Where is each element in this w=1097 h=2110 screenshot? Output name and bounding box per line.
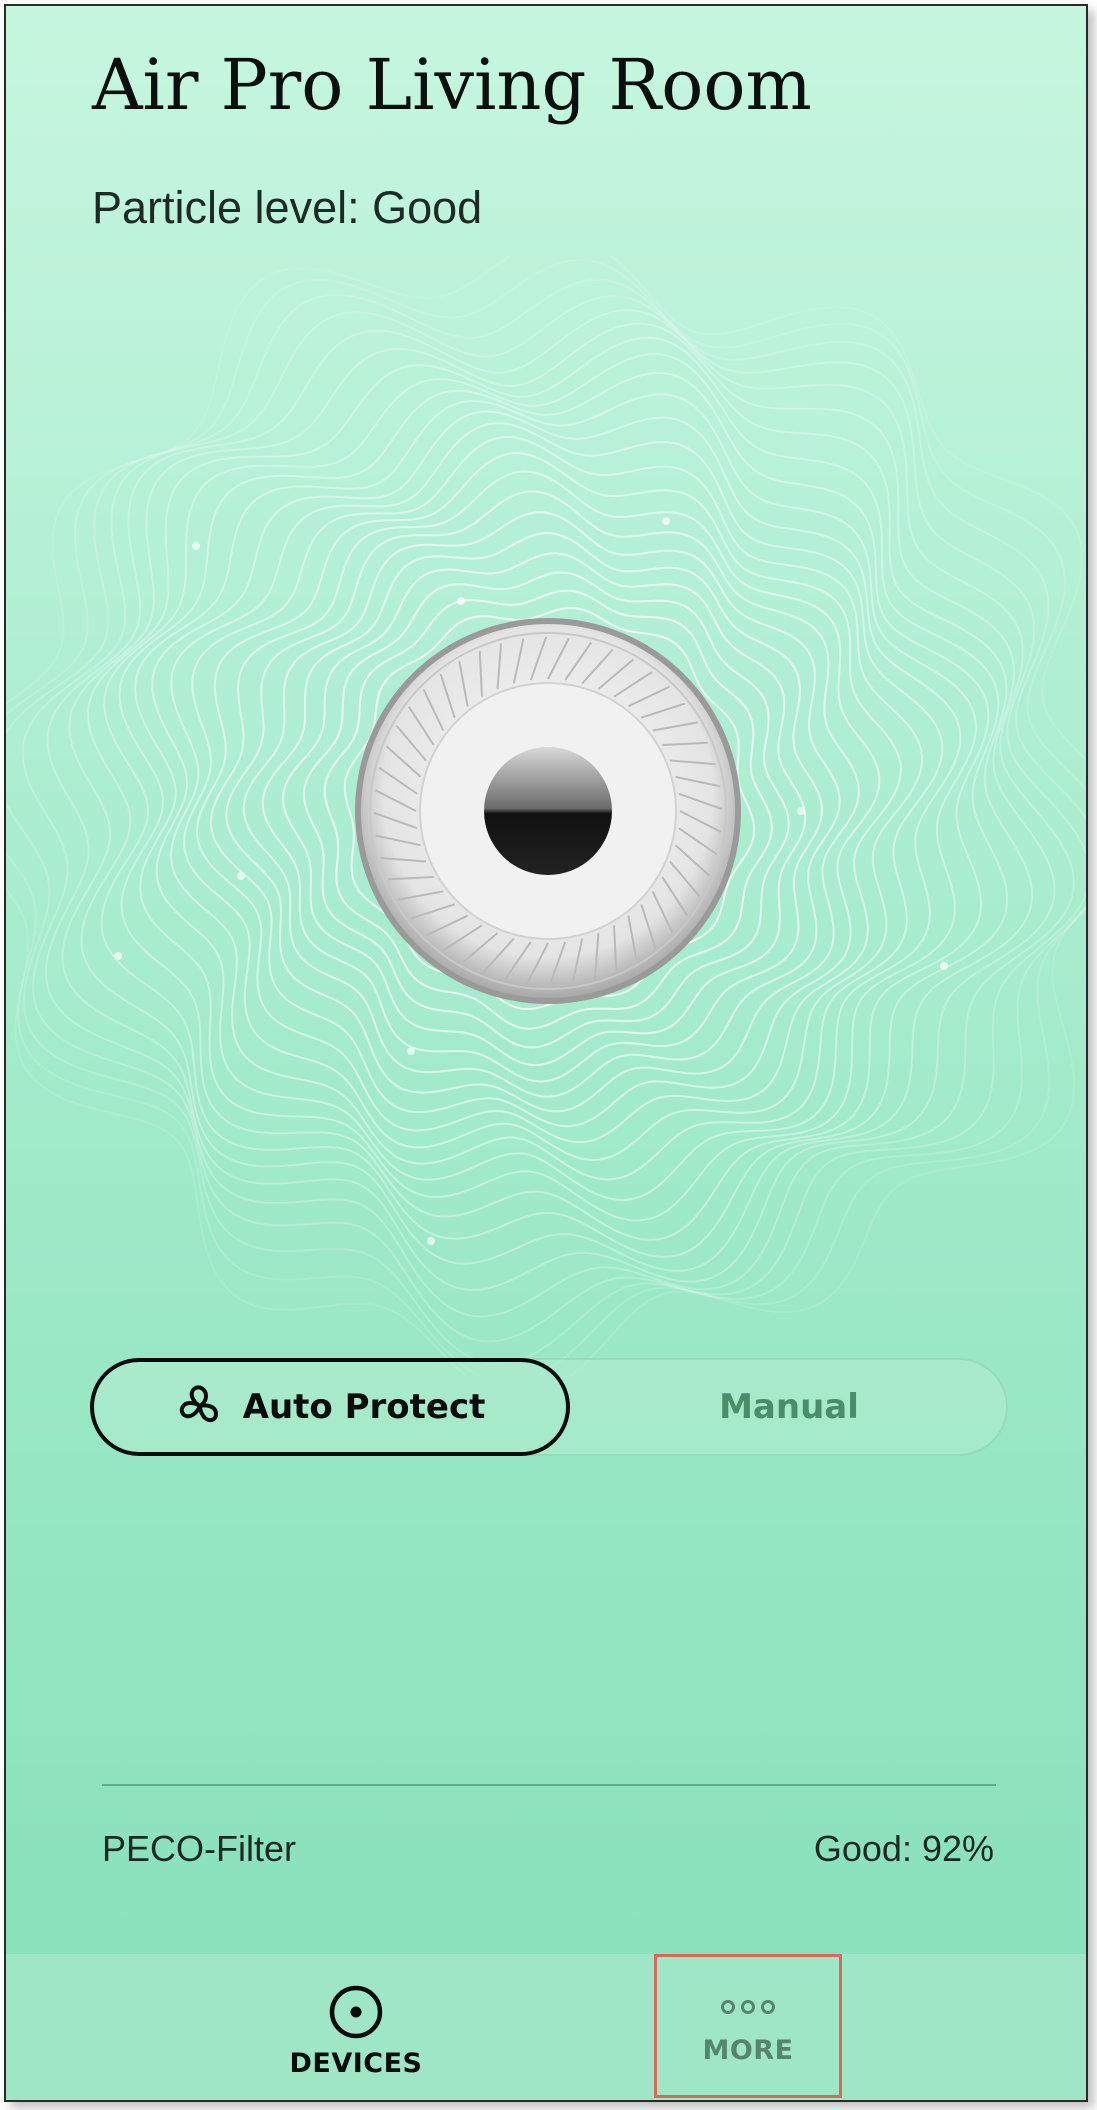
target-icon — [329, 1985, 383, 2039]
section-divider — [102, 1784, 996, 1786]
nav-more-label: MORE — [702, 2035, 794, 2066]
nav-devices-label: DEVICES — [289, 2048, 423, 2079]
manual-button[interactable]: Manual — [570, 1358, 1008, 1456]
manual-label: Manual — [719, 1387, 859, 1427]
auto-protect-button[interactable]: Auto Protect — [90, 1358, 570, 1456]
page-title: Air Pro Living Room — [92, 44, 812, 126]
bottom-nav: DEVICES MORE — [6, 1954, 1086, 2100]
filter-status: Good: 92% — [813, 1828, 994, 1869]
nav-item-more[interactable]: MORE — [654, 1954, 842, 2098]
fan-icon — [179, 1385, 218, 1423]
more-dots-icon — [721, 2000, 775, 2014]
filter-name: PECO-Filter — [102, 1828, 297, 1869]
nav-item-devices[interactable]: DEVICES — [276, 1984, 436, 2084]
particle-level-text: Particle level: Good — [92, 182, 483, 233]
app-screen: Air Pro Living Room Particle level: Good — [4, 4, 1088, 2102]
purifier-device-image[interactable] — [353, 616, 743, 1006]
auto-protect-label: Auto Protect — [242, 1387, 486, 1427]
